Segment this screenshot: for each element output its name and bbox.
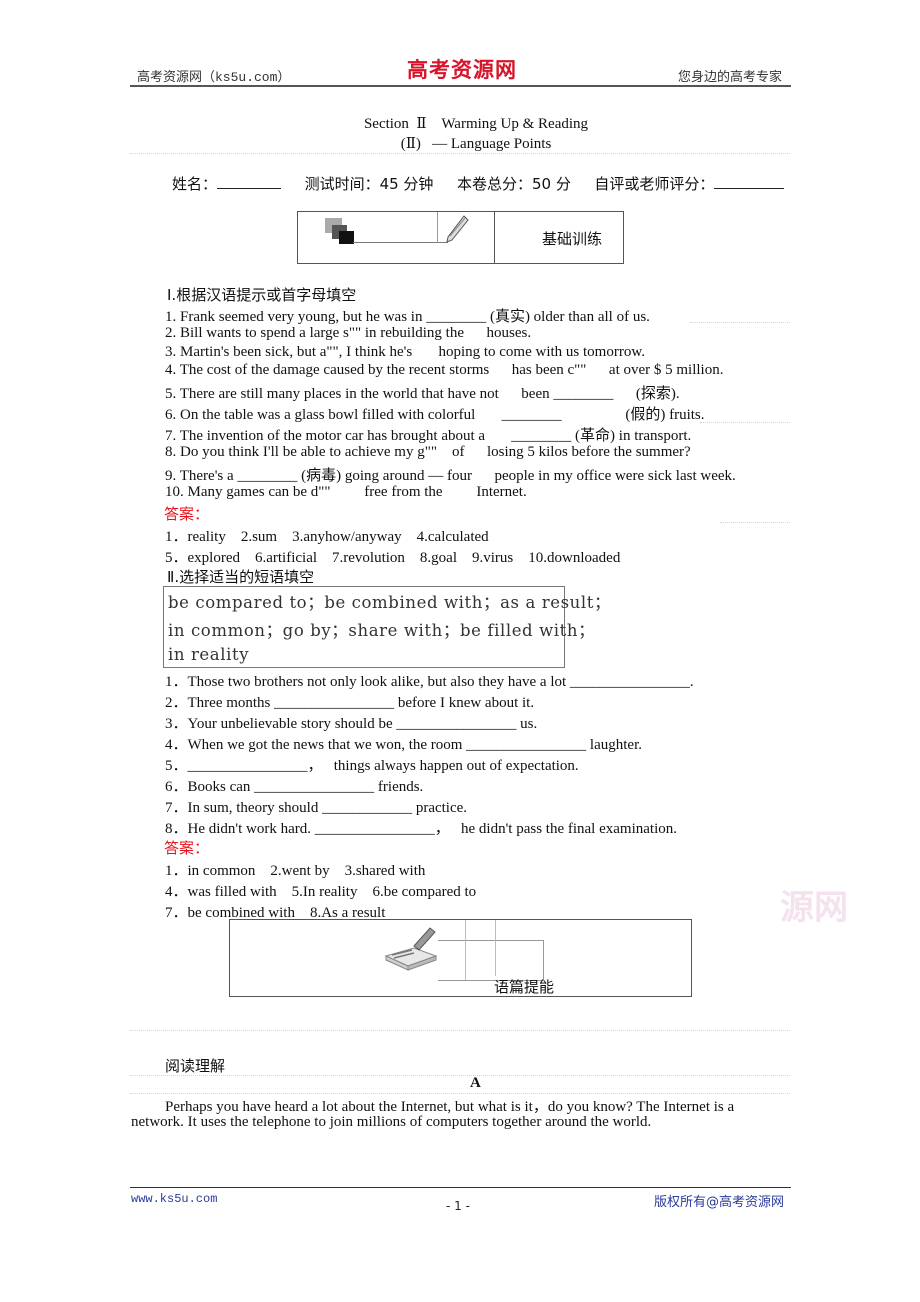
part1-item-7: 7. The invention of the motor car has br…: [165, 428, 692, 444]
part2-answer-label: 答案：: [164, 839, 210, 857]
header-rule: [130, 85, 791, 87]
part1-answers-line-1: 1．reality 2.sum 3.anyhow/anyway 4.calcul…: [165, 529, 489, 545]
section-banner-reading: 语篇提能: [229, 919, 692, 997]
banner-label: 基础训练: [542, 230, 603, 248]
part2-answers-line-2: 4．was filled with 5.In reality 6.be comp…: [165, 884, 477, 900]
score-blank[interactable]: [714, 173, 785, 189]
dotted-guide: [720, 522, 790, 523]
part1-item-8: 8. Do you think I'll be able to achieve …: [165, 444, 691, 460]
dotted-guide: [130, 1030, 790, 1031]
part2-item-2: 2．Three months ________________ before I…: [165, 695, 535, 711]
dotted-guide: [690, 322, 790, 323]
page-number: - 1 -: [446, 1199, 470, 1213]
dotted-guide: [700, 422, 790, 423]
passage-line-2: network. It uses the telephone to join m…: [131, 1114, 652, 1130]
phrase-bank-line: be compared to；be combined with；as a res…: [168, 593, 612, 612]
phrase-bank-line: in common；go by；share with；be filled wit…: [168, 621, 596, 640]
phrase-bank-box: be compared to；be combined with；as a res…: [163, 586, 610, 668]
reading-heading: 阅读理解: [165, 1057, 226, 1075]
part2-item-6: 6．Books can ________________ friends.: [165, 779, 424, 795]
watermark: 源网: [780, 888, 848, 928]
section-subtitle: (Ⅱ) — Language Points: [400, 136, 552, 152]
footer-rule: [130, 1187, 791, 1188]
total-score-label: 本卷总分：50 分: [457, 175, 571, 193]
part2-item-1: 1．Those two brothers not only look alike…: [165, 674, 694, 690]
section-title: Section Ⅱ Warming Up & Reading: [363, 116, 589, 132]
part2-item-5: 5．________________， things always happen…: [165, 758, 579, 774]
time-label: 测试时间：45 分钟: [304, 175, 434, 193]
part1-answers-line-2: 5．explored 6.artificial 7.revolution 8.g…: [165, 550, 621, 566]
dotted-guide: [130, 1093, 790, 1094]
section-banner-basic: 基础训练: [297, 211, 624, 264]
score-label: 自评或老师评分：: [594, 175, 715, 193]
part1-item-2: 2. Bill wants to spend a large s"" in re…: [165, 325, 532, 341]
part1-answer-label: 答案：: [164, 505, 210, 523]
header-slogan: 您身边的高考专家: [677, 70, 782, 85]
part2-item-8: 8．He didn't work hard. ________________，…: [165, 821, 677, 837]
pencil-icon: [445, 214, 469, 244]
name-label: 姓名：: [172, 175, 218, 193]
part2-answers-line-1: 1．in common 2.went by 3.shared with: [165, 863, 426, 879]
dotted-guide: [130, 153, 790, 154]
part1-heading: Ⅰ.根据汉语提示或首字母填空: [167, 286, 357, 304]
header-logo: 高考资源网: [407, 57, 517, 82]
name-blank[interactable]: [217, 173, 282, 189]
part1-item-6: 6. On the table was a glass bowl filled …: [165, 407, 705, 423]
part2-item-7: 7．In sum, theory should ____________ pra…: [165, 800, 468, 816]
part1-item-5: 5. There are still many places in the wo…: [165, 386, 680, 402]
part2-heading: Ⅱ.选择适当的短语填空: [167, 568, 315, 586]
part1-item-1: 1. Frank seemed very young, but he was i…: [165, 309, 650, 325]
dotted-guide: [130, 1075, 790, 1076]
footer-site-link[interactable]: www.ks5u.com: [131, 1192, 217, 1206]
header-site-name: 高考资源网（ks5u.com）: [137, 70, 291, 85]
book-pen-icon: [384, 926, 439, 974]
part1-item-10: 10. Many games can be d"" free from the …: [165, 484, 527, 500]
decor-square-icon: [339, 231, 354, 244]
phrase-bank-line: in reality: [168, 645, 250, 664]
part2-item-3: 3．Your unbelievable story should be ____…: [165, 716, 538, 732]
part1-item-3: 3. Martin's been sick, but a"", I think …: [165, 344, 645, 360]
part2-item-4: 4．When we got the news that we won, the …: [165, 737, 642, 753]
banner-label: 语篇提能: [494, 978, 555, 996]
part1-item-9: 9. There's a ________ (病毒) going around …: [165, 468, 736, 484]
passage-line-1: Perhaps you have heard a lot about the I…: [165, 1099, 735, 1115]
footer-copyright: 版权所有@高考资源网: [653, 1195, 784, 1210]
part1-item-4: 4. The cost of the damage caused by the …: [165, 362, 724, 378]
test-info-line: 姓名： 测试时间：45 分钟 本卷总分：50 分 自评或老师评分：: [172, 173, 785, 194]
passage-label: A: [470, 1075, 481, 1091]
